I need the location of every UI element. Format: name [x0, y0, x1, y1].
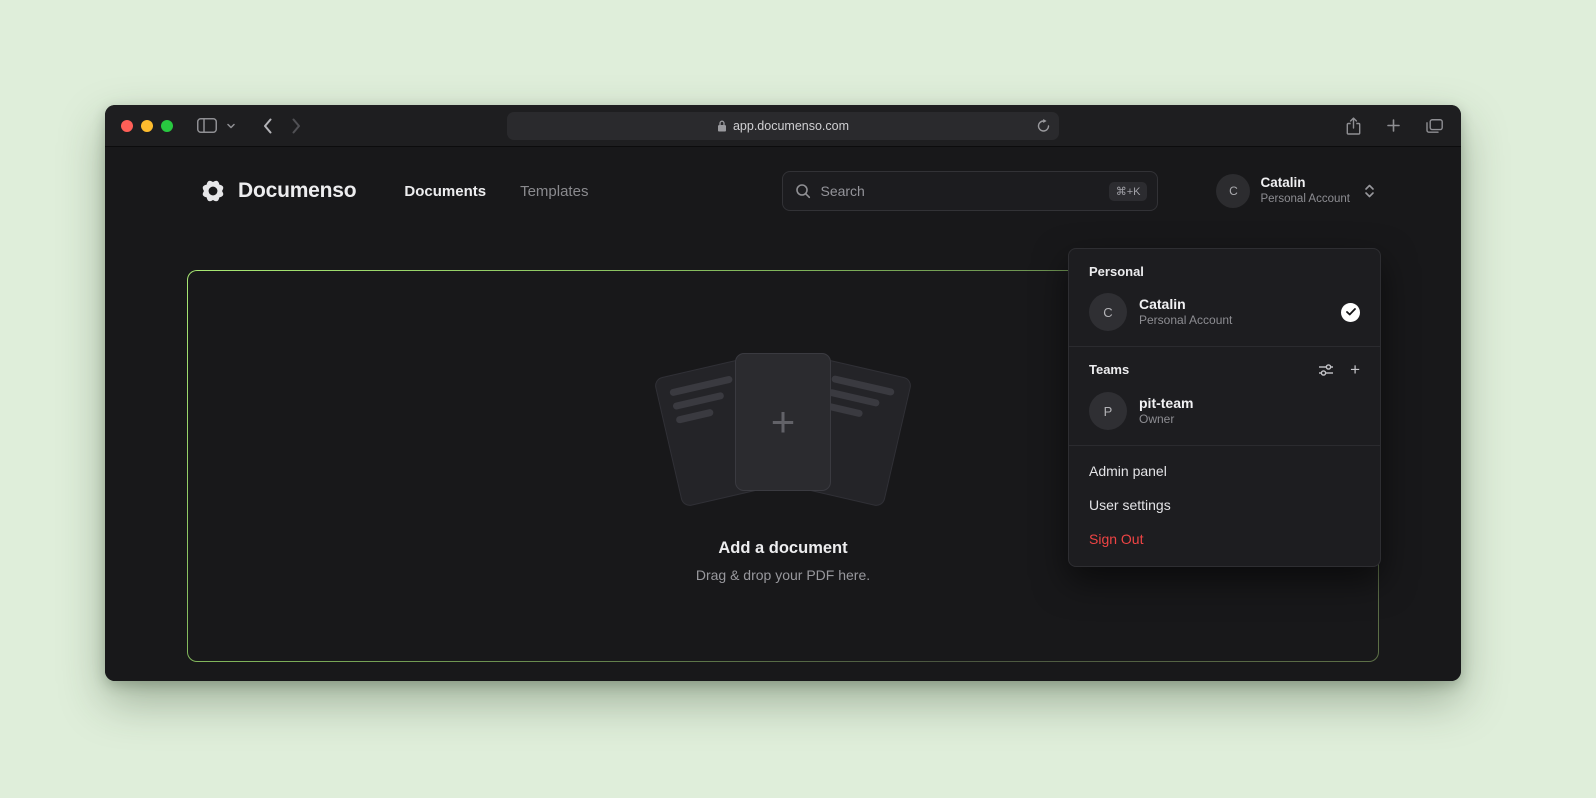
team-role: Owner — [1139, 412, 1360, 428]
close-window-button[interactable] — [121, 120, 133, 132]
documents-stack-illustration: + — [661, 349, 905, 515]
menu-divider — [1069, 346, 1380, 347]
brand[interactable]: Documenso — [199, 177, 356, 205]
forward-icon[interactable] — [290, 116, 303, 136]
menu-item-sign-out[interactable]: Sign Out — [1069, 522, 1380, 556]
new-tab-plus-icon[interactable] — [1385, 117, 1402, 134]
personal-account-item[interactable]: C Catalin Personal Account — [1069, 286, 1380, 338]
selected-check-icon — [1341, 303, 1360, 322]
team-item[interactable]: P pit-team Owner — [1069, 385, 1380, 437]
menu-item-user-settings[interactable]: User settings — [1069, 488, 1380, 522]
sidebar-chevron-down-icon[interactable] — [225, 121, 237, 131]
traffic-lights — [121, 120, 173, 132]
personal-name: Catalin — [1139, 295, 1329, 313]
zoom-window-button[interactable] — [161, 120, 173, 132]
menu-divider — [1069, 445, 1380, 446]
personal-avatar: C — [1089, 293, 1127, 331]
plus-icon: + — [771, 401, 796, 443]
personal-subtitle: Personal Account — [1139, 313, 1329, 329]
team-avatar: P — [1089, 392, 1127, 430]
share-icon[interactable] — [1344, 115, 1363, 137]
page-content: Documenso Documents Templates ⌘+K C Cata… — [105, 171, 1461, 681]
account-name: Catalin — [1260, 175, 1350, 192]
document-card-add: + — [735, 353, 831, 491]
nav-templates[interactable]: Templates — [520, 183, 588, 200]
personal-section-label: Personal — [1069, 255, 1380, 286]
main-nav: Documents Templates — [404, 183, 588, 200]
search-bar[interactable]: ⌘+K — [782, 171, 1158, 211]
create-team-plus-icon[interactable]: + — [1350, 361, 1360, 378]
team-name: pit-team — [1139, 394, 1360, 412]
browser-window: app.documenso.com Documenso — [105, 105, 1461, 681]
chevron-up-down-icon — [1364, 183, 1375, 199]
tab-overview-icon[interactable] — [1424, 117, 1445, 135]
account-type: Personal Account — [1260, 192, 1350, 206]
browser-titlebar: app.documenso.com — [105, 105, 1461, 147]
lock-icon — [717, 120, 727, 132]
search-shortcut-badge: ⌘+K — [1109, 182, 1148, 201]
teams-section-header: Teams + — [1069, 355, 1380, 385]
nav-documents[interactable]: Documents — [404, 183, 486, 200]
manage-teams-icon[interactable] — [1318, 363, 1334, 377]
brand-name: Documenso — [238, 179, 356, 203]
minimize-window-button[interactable] — [141, 120, 153, 132]
address-bar-url: app.documenso.com — [733, 119, 849, 133]
account-avatar: C — [1216, 174, 1250, 208]
account-menu-trigger[interactable]: C Catalin Personal Account — [1216, 174, 1375, 208]
account-dropdown-menu: Personal C Catalin Personal Account Team… — [1068, 248, 1381, 567]
documenso-logo-icon — [199, 177, 227, 205]
app-header: Documenso Documents Templates ⌘+K C Cata… — [105, 171, 1461, 211]
back-icon[interactable] — [261, 116, 274, 136]
sidebar-toggle-icon[interactable] — [195, 116, 219, 135]
menu-item-admin-panel[interactable]: Admin panel — [1069, 454, 1380, 488]
search-input[interactable] — [820, 183, 1108, 199]
dropzone-title: Add a document — [718, 539, 847, 558]
dropzone-subtitle: Drag & drop your PDF here. — [696, 567, 870, 583]
teams-section-label: Teams — [1089, 362, 1302, 377]
search-icon — [795, 183, 811, 199]
address-bar[interactable]: app.documenso.com — [507, 112, 1059, 140]
refresh-icon[interactable] — [1037, 119, 1050, 133]
